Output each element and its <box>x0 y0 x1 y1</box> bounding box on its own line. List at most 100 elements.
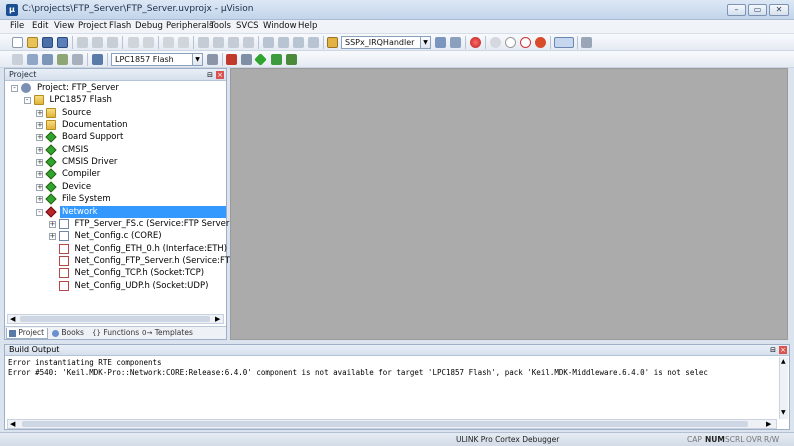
tree-item[interactable]: Net_Config_TCP.h (Socket:TCP) <box>5 267 226 279</box>
menu-window[interactable]: Window <box>263 21 297 32</box>
tree-item[interactable]: Net_Config_FTP_Server.h (Service:FTP Ser… <box>5 255 269 267</box>
tree-item[interactable]: + CMSIS <box>5 144 226 156</box>
title-bar[interactable]: µ C:\projects\FTP_Server\FTP_Server.uvpr… <box>0 0 794 20</box>
indent-icon[interactable] <box>263 37 274 48</box>
menu-help[interactable]: Help <box>298 21 317 32</box>
find-icon[interactable] <box>450 37 461 48</box>
menu-peripherals[interactable]: Peripherals <box>166 21 213 32</box>
redo-icon[interactable] <box>143 37 154 48</box>
manage-rte-icon[interactable] <box>254 53 267 66</box>
expand-icon[interactable]: + <box>36 109 43 117</box>
incremental-find-icon[interactable] <box>435 37 446 48</box>
open-file-icon[interactable] <box>27 37 38 48</box>
scroll-down-icon[interactable]: ▼ <box>781 409 786 416</box>
tree-item[interactable]: + Documentation <box>5 119 226 131</box>
expand-icon[interactable]: + <box>36 183 43 191</box>
menu-debug[interactable]: Debug <box>135 21 163 32</box>
event-recorder-icon[interactable] <box>286 54 297 65</box>
find-in-files-icon[interactable] <box>327 37 338 48</box>
window-layout-icon[interactable] <box>554 37 574 48</box>
navigate-back-icon[interactable] <box>163 37 174 48</box>
tab-project[interactable]: Project <box>6 328 48 339</box>
bookmark-icon[interactable] <box>198 37 209 48</box>
target-options-icon[interactable] <box>207 54 218 65</box>
copy-icon[interactable] <box>92 37 103 48</box>
tab-books[interactable]: Books <box>50 328 88 339</box>
maximize-button[interactable]: ▭ <box>748 4 767 16</box>
scroll-left-icon[interactable]: ◀ <box>10 420 15 428</box>
menu-flash[interactable]: Flash <box>109 21 131 32</box>
tree-item[interactable]: + CMSIS Driver <box>5 156 226 168</box>
save-all-icon[interactable] <box>57 37 68 48</box>
tree-item[interactable]: + Board Support <box>5 131 226 144</box>
clear-bookmarks-icon[interactable] <box>243 37 254 48</box>
tab-templates[interactable]: 0→ Templates <box>140 328 193 339</box>
expand-icon[interactable]: + <box>36 196 43 204</box>
scroll-left-icon[interactable]: ◀ <box>10 315 15 323</box>
scrollbar-thumb[interactable] <box>20 316 210 322</box>
menu-svcs[interactable]: SVCS <box>236 21 259 32</box>
tree-item[interactable]: + File System <box>5 193 226 205</box>
configure-icon[interactable] <box>581 37 592 48</box>
scroll-up-icon[interactable]: ▲ <box>781 358 786 365</box>
chevron-down-icon[interactable]: ▼ <box>193 53 203 66</box>
horizontal-scrollbar[interactable]: ◀ ▶ <box>7 314 224 324</box>
editor-area[interactable] <box>230 68 788 340</box>
tree-item[interactable]: + Net_Config.c (CORE) <box>5 230 226 242</box>
expand-icon[interactable]: + <box>36 146 43 154</box>
new-file-icon[interactable] <box>12 37 23 48</box>
build-icon[interactable] <box>27 54 38 65</box>
stop-build-icon[interactable] <box>72 54 83 65</box>
horizontal-scrollbar[interactable]: ◀ ▶ <box>7 419 777 429</box>
pack-installer-icon[interactable] <box>271 54 282 65</box>
close-icon[interactable]: × <box>779 346 787 354</box>
enable-breakpoint-icon[interactable] <box>505 37 516 48</box>
translate-icon[interactable] <box>12 54 23 65</box>
tree-item[interactable]: + FTP_Server_FS.c (Service:FTP Server) <box>5 218 233 230</box>
function-combo[interactable]: SSPx_IRQHandler <box>341 36 421 49</box>
close-icon[interactable]: × <box>216 71 224 79</box>
expand-icon[interactable]: + <box>36 134 43 142</box>
collapse-icon[interactable]: - <box>36 208 43 216</box>
comment-icon[interactable] <box>293 37 304 48</box>
scrollbar-thumb[interactable] <box>22 421 748 427</box>
select-packs-icon[interactable] <box>241 54 252 65</box>
minimize-button[interactable]: – <box>727 4 746 16</box>
tree-item[interactable]: Net_Config_UDP.h (Socket:UDP) <box>5 280 226 292</box>
menu-tools[interactable]: Tools <box>210 21 231 32</box>
insert-breakpoint-icon[interactable] <box>490 37 501 48</box>
tree-item[interactable]: - LPC1857 Flash <box>5 94 226 106</box>
menu-project[interactable]: Project <box>78 21 107 32</box>
download-icon[interactable] <box>92 54 103 65</box>
expand-icon[interactable]: + <box>48 220 56 228</box>
expand-icon[interactable]: + <box>36 159 43 167</box>
menu-edit[interactable]: Edit <box>32 21 48 32</box>
tab-functions[interactable]: {} Functions <box>90 328 139 339</box>
unindent-icon[interactable] <box>278 37 289 48</box>
paste-icon[interactable] <box>107 37 118 48</box>
navigate-forward-icon[interactable] <box>178 37 189 48</box>
tree-item[interactable]: + Device <box>5 181 226 193</box>
scroll-right-icon[interactable]: ▶ <box>766 420 771 428</box>
save-icon[interactable] <box>42 37 53 48</box>
undo-icon[interactable] <box>128 37 139 48</box>
tree-item[interactable]: - Network <box>5 205 226 218</box>
collapse-icon[interactable]: - <box>11 85 18 92</box>
expand-icon[interactable]: + <box>36 122 43 130</box>
prev-bookmark-icon[interactable] <box>213 37 224 48</box>
kill-breakpoints-icon[interactable] <box>535 37 546 48</box>
close-button[interactable]: ✕ <box>769 4 789 16</box>
tree-item[interactable]: + Source <box>5 107 226 119</box>
chevron-down-icon[interactable]: ▼ <box>421 36 431 49</box>
pin-icon[interactable]: ⊟ <box>206 71 214 79</box>
uncomment-icon[interactable] <box>308 37 319 48</box>
tree-item[interactable]: + Compiler <box>5 168 226 181</box>
tree-item[interactable]: - Project: FTP_Server <box>5 82 226 94</box>
pin-icon[interactable]: ⊟ <box>769 346 777 354</box>
start-debug-icon[interactable] <box>470 37 481 48</box>
rebuild-icon[interactable] <box>42 54 53 65</box>
next-bookmark-icon[interactable] <box>228 37 239 48</box>
cut-icon[interactable] <box>77 37 88 48</box>
menu-file[interactable]: File <box>10 21 24 32</box>
manage-project-items-icon[interactable] <box>226 54 237 65</box>
